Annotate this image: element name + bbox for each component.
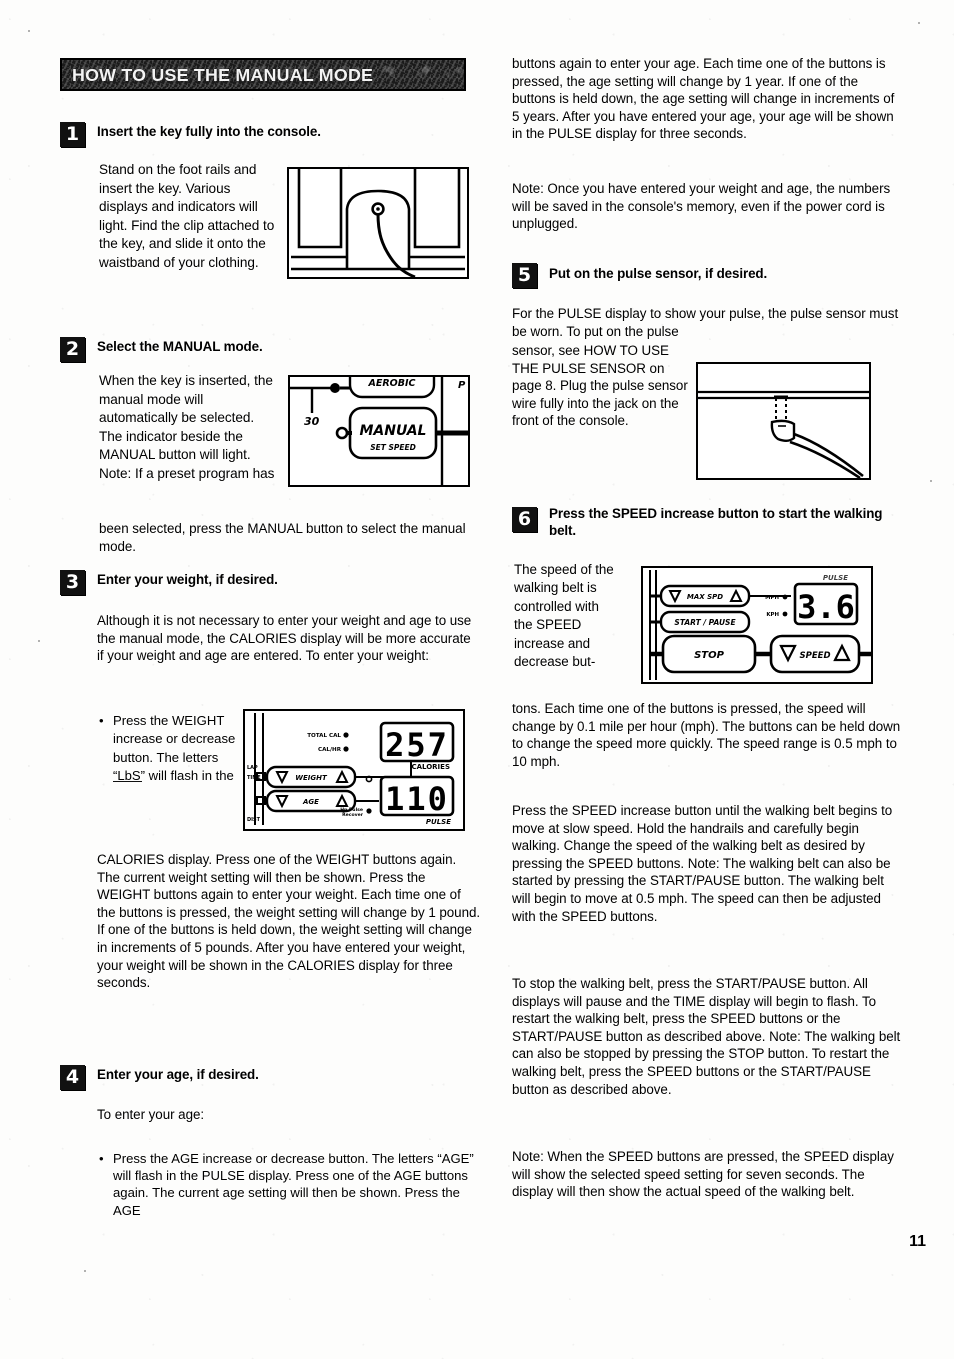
step-3-bullet-text-c: will flash in the <box>148 768 234 784</box>
svg-text:STOP: STOP <box>694 650 725 661</box>
bullet-dot: • <box>99 713 104 728</box>
svg-text:START / PAUSE: START / PAUSE <box>674 618 736 627</box>
right-para-start-belt: Press the SPEED increase button until th… <box>512 803 893 924</box>
right-para-stop-belt: To stop the walking belt, press the STAR… <box>512 976 901 1097</box>
step-5-body-narrow: sensor, see HOW TO USE THE PULSE SENSOR … <box>512 343 688 429</box>
step-body-1: Stand on the foot rails and insert the k… <box>99 162 275 270</box>
page-number: 11 <box>909 1233 926 1250</box>
step-3-bullet-narrow: • Press the WEIGHT increase or decrease … <box>99 712 249 786</box>
step-3-bullet-text-a: Press the <box>113 713 169 728</box>
step-4-intro: To enter your age: <box>97 1107 205 1122</box>
section-banner: HOW TO USE THE MANUAL MODE <box>60 58 466 91</box>
svg-text:257: 257 <box>385 726 449 764</box>
svg-text:AGE: AGE <box>302 798 319 806</box>
figure-pulse-jack-drawing <box>698 390 869 478</box>
figure-mode-panel: AEROBIC MANUAL SET SPEED 30 P <box>288 375 470 487</box>
svg-text:MANUAL: MANUAL <box>360 423 427 439</box>
step-number-4: 4 <box>60 1065 85 1090</box>
svg-text:3.6: 3.6 <box>797 588 855 626</box>
figure-pulse-jack <box>696 362 871 480</box>
svg-text:LAP: LAP <box>247 765 258 771</box>
figure-key-console <box>287 167 469 279</box>
step-body-3-intro: Although it is not necessary to enter yo… <box>97 613 472 664</box>
svg-text:MPH: MPH <box>765 595 779 601</box>
step-heading-5: Put on the pulse sensor, if desired. <box>549 266 768 281</box>
svg-text:PULSE: PULSE <box>823 574 848 582</box>
svg-text:P: P <box>458 380 466 391</box>
svg-text:30: 30 <box>304 415 320 428</box>
step-number-5: 5 <box>512 263 537 288</box>
step-heading-1: Insert the key fully into the console. <box>97 124 321 139</box>
bullet-dot: • <box>99 1151 104 1166</box>
step-heading-6: Press the SPEED increase button to start… <box>549 506 883 538</box>
step-3-bullet-wide: CALORIES display. Press one of the WEIGH… <box>97 852 481 991</box>
step-body-2-wide: been selected, press the MANUAL button t… <box>99 521 466 554</box>
figure-weight-age-panel: TOTAL CAL CAL/HR 257 CALORIES WEIGHT AGE <box>243 709 465 831</box>
figure-mode-panel-drawing: AEROBIC MANUAL SET SPEED 30 P <box>290 377 468 485</box>
step-3-bullet-quoted: “LbS” <box>113 768 146 784</box>
step-6-body-narrow: The speed of the walking belt is control… <box>514 562 614 670</box>
svg-text:WEIGHT: WEIGHT <box>295 774 328 782</box>
svg-text:TIME: TIME <box>247 775 261 781</box>
figure-speed-panel-drawing: PULSE MAX SPD START / PAUSE MPH KPH 3.6 … <box>649 570 871 680</box>
step-number-3: 3 <box>60 570 85 595</box>
svg-text:TOTAL CAL: TOTAL CAL <box>307 733 341 739</box>
right-continued-paragraph: buttons again to enter your age. Each ti… <box>512 56 895 142</box>
step-heading-2: Select the MANUAL mode. <box>97 339 263 354</box>
step-4-bullet-text: Press the AGE increase or decrease butto… <box>113 1151 474 1218</box>
svg-text:PULSE: PULSE <box>426 818 451 826</box>
svg-text:AEROBIC: AEROBIC <box>368 378 416 389</box>
svg-text:SPEED: SPEED <box>799 651 830 661</box>
step-number-1: 1 <box>60 122 85 147</box>
svg-text:CAL/HR: CAL/HR <box>318 747 342 753</box>
banner-title: HOW TO USE THE MANUAL MODE <box>72 65 374 85</box>
svg-text:KPH: KPH <box>766 612 779 618</box>
figure-speed-panel: PULSE MAX SPD START / PAUSE MPH KPH 3.6 … <box>641 566 873 684</box>
step-5-body-wide: For the PULSE display to show your pulse… <box>512 306 899 339</box>
svg-text:110: 110 <box>385 780 449 818</box>
svg-text:MAX SPD: MAX SPD <box>687 593 723 601</box>
step-heading-4: Enter your age, if desired. <box>97 1067 259 1082</box>
document-page: HOW TO USE THE MANUAL MODE 1 Insert the … <box>0 0 954 1359</box>
right-note-speed-display: Note: When the SPEED buttons are pressed… <box>512 1149 894 1200</box>
step-4-bullet: • Press the AGE increase or decrease but… <box>99 1150 487 1219</box>
right-note-memory: Note: Once you have entered your weight … <box>512 181 891 232</box>
step-number-2: 2 <box>60 337 85 362</box>
step-number-6: 6 <box>512 507 537 532</box>
step-6-body-wide: tons. Each time one of the buttons is pr… <box>512 701 901 769</box>
svg-text:DIST: DIST <box>247 817 261 823</box>
figure-key-console-drawing <box>291 169 465 277</box>
figure-weight-age-drawing: TOTAL CAL CAL/HR 257 CALORIES WEIGHT AGE <box>247 713 455 826</box>
svg-text:Recover: Recover <box>342 812 364 818</box>
svg-text:CALORIES: CALORIES <box>411 763 450 771</box>
step-heading-3: Enter your weight, if desired. <box>97 572 278 587</box>
step-body-2-narrow: When the key is inserted, the manual mod… <box>99 373 275 481</box>
svg-text:SET SPEED: SET SPEED <box>370 443 416 452</box>
